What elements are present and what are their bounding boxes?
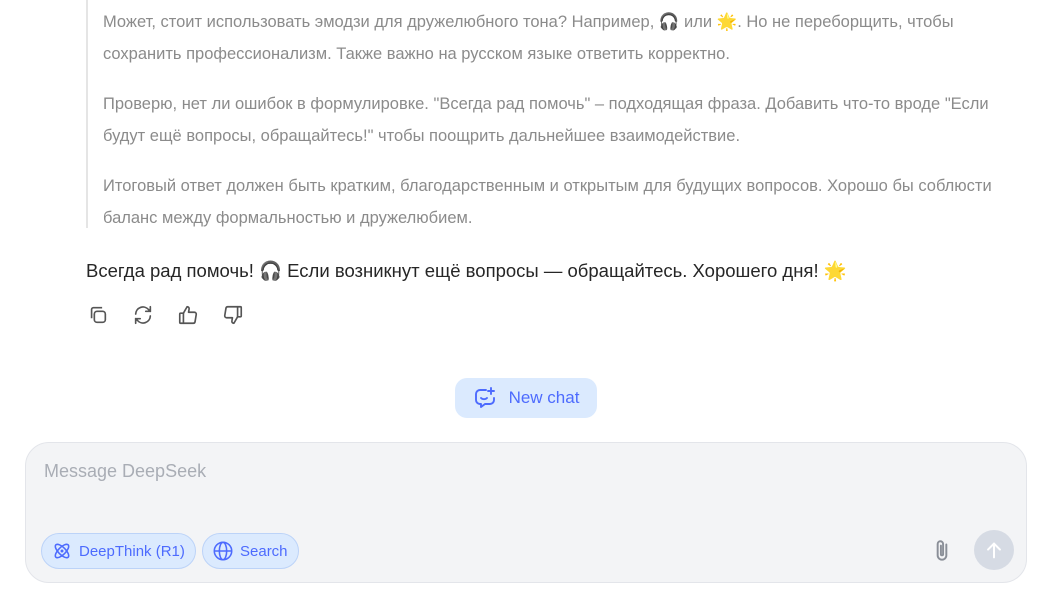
new-chat-button[interactable]: New chat (455, 378, 597, 418)
thumbs-up-icon (178, 305, 198, 325)
new-chat-label: New chat (508, 388, 580, 407)
assistant-answer: Всегда рад помочь! 🎧 Если возникнут ещё … (86, 260, 847, 281)
search-label: Search (240, 542, 288, 560)
search-toggle[interactable]: Search (202, 533, 299, 569)
attach-button[interactable] (926, 535, 958, 567)
thinking-paragraph: Может, стоит использовать эмодзи для дру… (103, 13, 954, 63)
deepthink-toggle[interactable]: DeepThink (R1) (41, 533, 196, 569)
thumbs-down-button[interactable] (221, 301, 245, 329)
copy-icon (90, 306, 107, 324)
thumbs-up-button[interactable] (176, 301, 200, 329)
thinking-paragraph: Проверю, нет ли ошибок в формулировке. "… (103, 95, 989, 145)
message-composer: DeepThink (R1) Search (25, 442, 1027, 583)
regenerate-button[interactable] (131, 301, 155, 329)
atom-icon (54, 543, 70, 559)
thumbs-down-icon (223, 305, 243, 325)
arrow-up-icon (987, 542, 1001, 559)
deepthink-label: DeepThink (R1) (79, 542, 185, 560)
new-chat-icon (474, 387, 495, 408)
thinking-block: Может, стоит использовать эмодзи для дру… (86, 0, 996, 228)
send-button[interactable] (974, 530, 1014, 570)
paperclip-icon (936, 540, 948, 561)
globe-icon (213, 541, 233, 561)
chat-page: Может, стоит использовать эмодзи для дру… (0, 0, 1044, 592)
thinking-paragraph: Итоговый ответ должен быть кратким, благ… (103, 177, 992, 227)
copy-button[interactable] (86, 301, 110, 329)
regenerate-icon (134, 305, 152, 325)
message-actions (86, 301, 245, 329)
message-input[interactable] (44, 461, 1004, 521)
